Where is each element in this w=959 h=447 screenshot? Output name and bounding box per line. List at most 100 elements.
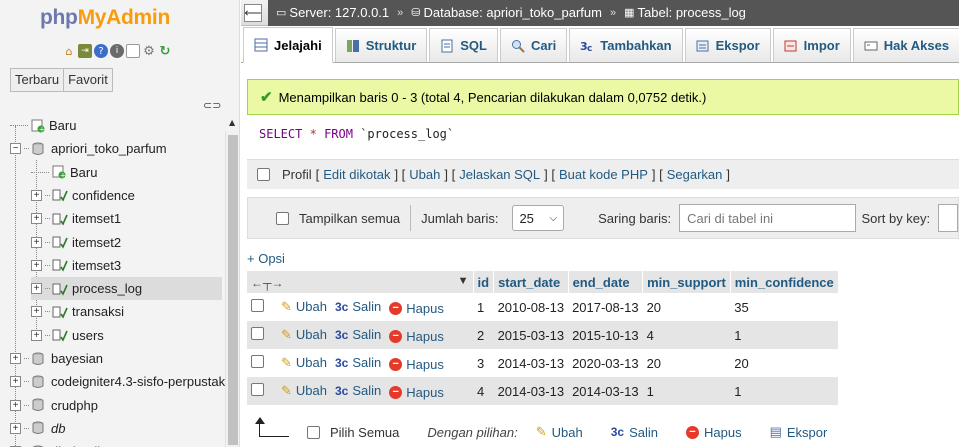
help-icon[interactable]: ? <box>94 44 108 58</box>
expand-toggle-icon[interactable]: − <box>10 143 21 155</box>
tree-item-crudphp[interactable]: + crudphp <box>10 394 98 417</box>
tree-item-confidence[interactable]: + confidence <box>31 184 135 207</box>
sort-dropdown-icon[interactable]: ▼ <box>458 275 469 287</box>
row-checkbox[interactable] <box>251 327 264 340</box>
scrollbar-thumb[interactable] <box>228 135 238 445</box>
bulk-edit-button[interactable]: ✎ Ubah <box>536 424 583 440</box>
expand-toggle-icon[interactable]: + <box>10 399 21 411</box>
tab-import[interactable]: Impor <box>772 28 851 62</box>
show-all-checkbox[interactable] <box>276 211 289 225</box>
tree-item-baru[interactable]: + Baru <box>10 114 76 137</box>
bulk-export-button[interactable]: ▤ Ekspor <box>770 424 828 440</box>
cell-min-confidence[interactable]: 1 <box>730 377 839 405</box>
cell-min-confidence[interactable]: 35 <box>730 293 839 321</box>
select-all-label[interactable]: Pilih Semua <box>330 425 399 440</box>
recent-tab[interactable]: Terbaru <box>10 68 65 92</box>
row-copy-button[interactable]: 3c Salin <box>335 383 381 398</box>
filter-rows-input[interactable]: Cari di tabel ini <box>679 204 856 232</box>
breadcrumb-server[interactable]: ▭ Server: 127.0.0.1 <box>276 5 389 20</box>
bulk-delete-button[interactable]: − Hapus <box>686 425 742 440</box>
row-checkbox[interactable] <box>251 299 264 312</box>
cell-end-date[interactable]: 2017-08-13 <box>568 293 643 321</box>
tree-item-dbphpnilo[interactable]: +dbphpnilo <box>10 440 107 447</box>
tree-item-db[interactable]: + db <box>10 417 65 440</box>
link-icon[interactable]: ⊂⊃ <box>203 99 221 112</box>
docs-icon[interactable]: i <box>110 44 124 58</box>
column-header-start-date[interactable]: start_date <box>493 271 569 293</box>
cell-min-confidence[interactable]: 1 <box>730 321 839 349</box>
tree-item-process-log[interactable]: + process_log <box>31 277 222 301</box>
tree-item-users[interactable]: + users <box>31 324 104 347</box>
tab-insert[interactable]: 3c Tambahkan <box>569 28 683 62</box>
sql-query[interactable]: SELECT * FROM `process_log` <box>259 127 454 141</box>
breadcrumb-table[interactable]: ▦ Tabel: process_log <box>624 5 746 20</box>
tab-export[interactable]: Ekspor <box>684 28 771 62</box>
refresh-link[interactable]: Segarkan <box>667 167 723 182</box>
row-checkbox[interactable] <box>251 383 264 396</box>
tab-structure[interactable]: Struktur <box>334 28 428 62</box>
explain-sql-link[interactable]: Jelaskan SQL <box>459 167 540 182</box>
home-icon[interactable]: ⌂ <box>62 44 76 58</box>
row-delete-button[interactable]: − Hapus <box>389 385 444 400</box>
tab-sql[interactable]: SQL <box>429 28 498 62</box>
bulk-copy-button[interactable]: 3c Salin <box>611 425 658 440</box>
gear-icon[interactable]: ⚙ <box>142 44 156 59</box>
row-copy-button[interactable]: 3c Salin <box>335 299 381 314</box>
tab-browse[interactable]: Jelajahi <box>243 27 333 63</box>
create-php-code-link[interactable]: Buat kode PHP <box>559 167 648 182</box>
cell-end-date[interactable]: 2020-03-13 <box>568 349 643 377</box>
select-all-checkbox[interactable] <box>307 425 320 439</box>
cell-end-date[interactable]: 2014-03-13 <box>568 377 643 405</box>
column-header-min-support[interactable]: min_support <box>642 271 731 293</box>
scroll-up-arrow[interactable]: ▲ <box>229 118 235 127</box>
row-edit-button[interactable]: ✎ Ubah <box>281 383 327 399</box>
cell-min-support[interactable]: 4 <box>642 321 731 349</box>
tree-item-itemset1[interactable]: + itemset1 <box>31 207 121 230</box>
inline-edit-link[interactable]: Edit dikotak <box>323 167 390 182</box>
cell-id[interactable]: 3 <box>473 349 494 377</box>
row-checkbox[interactable] <box>251 355 264 368</box>
expand-toggle-icon[interactable]: + <box>31 236 42 248</box>
logout-icon[interactable]: ⇥ <box>78 44 92 58</box>
cell-min-support[interactable]: 20 <box>642 293 731 321</box>
row-delete-button[interactable]: − Hapus <box>389 357 444 372</box>
row-edit-button[interactable]: ✎ Ubah <box>281 327 327 343</box>
tree-item-itemset2[interactable]: + itemset2 <box>31 231 121 254</box>
row-edit-button[interactable]: ✎ Ubah <box>281 355 327 371</box>
expand-toggle-icon[interactable]: + <box>31 283 42 295</box>
expand-toggle-icon[interactable]: + <box>31 259 42 271</box>
cell-min-support[interactable]: 20 <box>642 349 731 377</box>
cell-id[interactable]: 4 <box>473 377 494 405</box>
column-header-min-confidence[interactable]: min_confidence <box>730 271 839 293</box>
profiling-checkbox[interactable] <box>257 168 270 181</box>
expand-toggle-icon[interactable]: + <box>31 329 42 341</box>
sort-by-key-select[interactable] <box>938 204 958 232</box>
row-copy-button[interactable]: 3c Salin <box>335 355 381 370</box>
expand-toggle-icon[interactable]: + <box>31 189 42 201</box>
options-link[interactable]: + Opsi <box>247 251 285 266</box>
cell-id[interactable]: 2 <box>473 321 494 349</box>
cell-end-date[interactable]: 2015-10-13 <box>568 321 643 349</box>
column-header-end-date[interactable]: end_date <box>568 271 644 293</box>
phpmyadmin-logo[interactable]: phpMyAdmin <box>40 6 170 30</box>
cell-start-date[interactable]: 2015-03-13 <box>493 321 569 349</box>
row-delete-button[interactable]: − Hapus <box>389 329 444 344</box>
row-edit-button[interactable]: ✎ Ubah <box>281 299 327 315</box>
cell-start-date[interactable]: 2010-08-13 <box>493 293 569 321</box>
breadcrumb-database[interactable]: ⛁ Database: apriori_toko_parfum <box>411 5 602 20</box>
cell-id[interactable]: 1 <box>473 293 494 321</box>
column-header-id[interactable]: id <box>473 271 495 293</box>
rows-per-page-select[interactable]: 25 ⌵ <box>512 205 565 231</box>
cell-start-date[interactable]: 2014-03-13 <box>493 377 569 405</box>
tab-privileges[interactable]: Hak Akses <box>852 28 959 62</box>
cell-min-support[interactable]: 1 <box>642 377 731 405</box>
docs-page-icon[interactable] <box>126 44 140 58</box>
collapse-nav-button[interactable]: ⟵ <box>244 3 262 22</box>
row-copy-button[interactable]: 3c Salin <box>335 327 381 342</box>
tab-search[interactable]: Cari <box>500 28 568 62</box>
expand-toggle-icon[interactable]: + <box>10 376 21 388</box>
row-delete-button[interactable]: − Hapus <box>389 301 444 316</box>
edit-query-link[interactable]: Ubah <box>409 167 440 182</box>
expand-toggle-icon[interactable]: + <box>10 353 21 364</box>
tree-item-transaksi[interactable]: + transaksi <box>31 300 124 323</box>
